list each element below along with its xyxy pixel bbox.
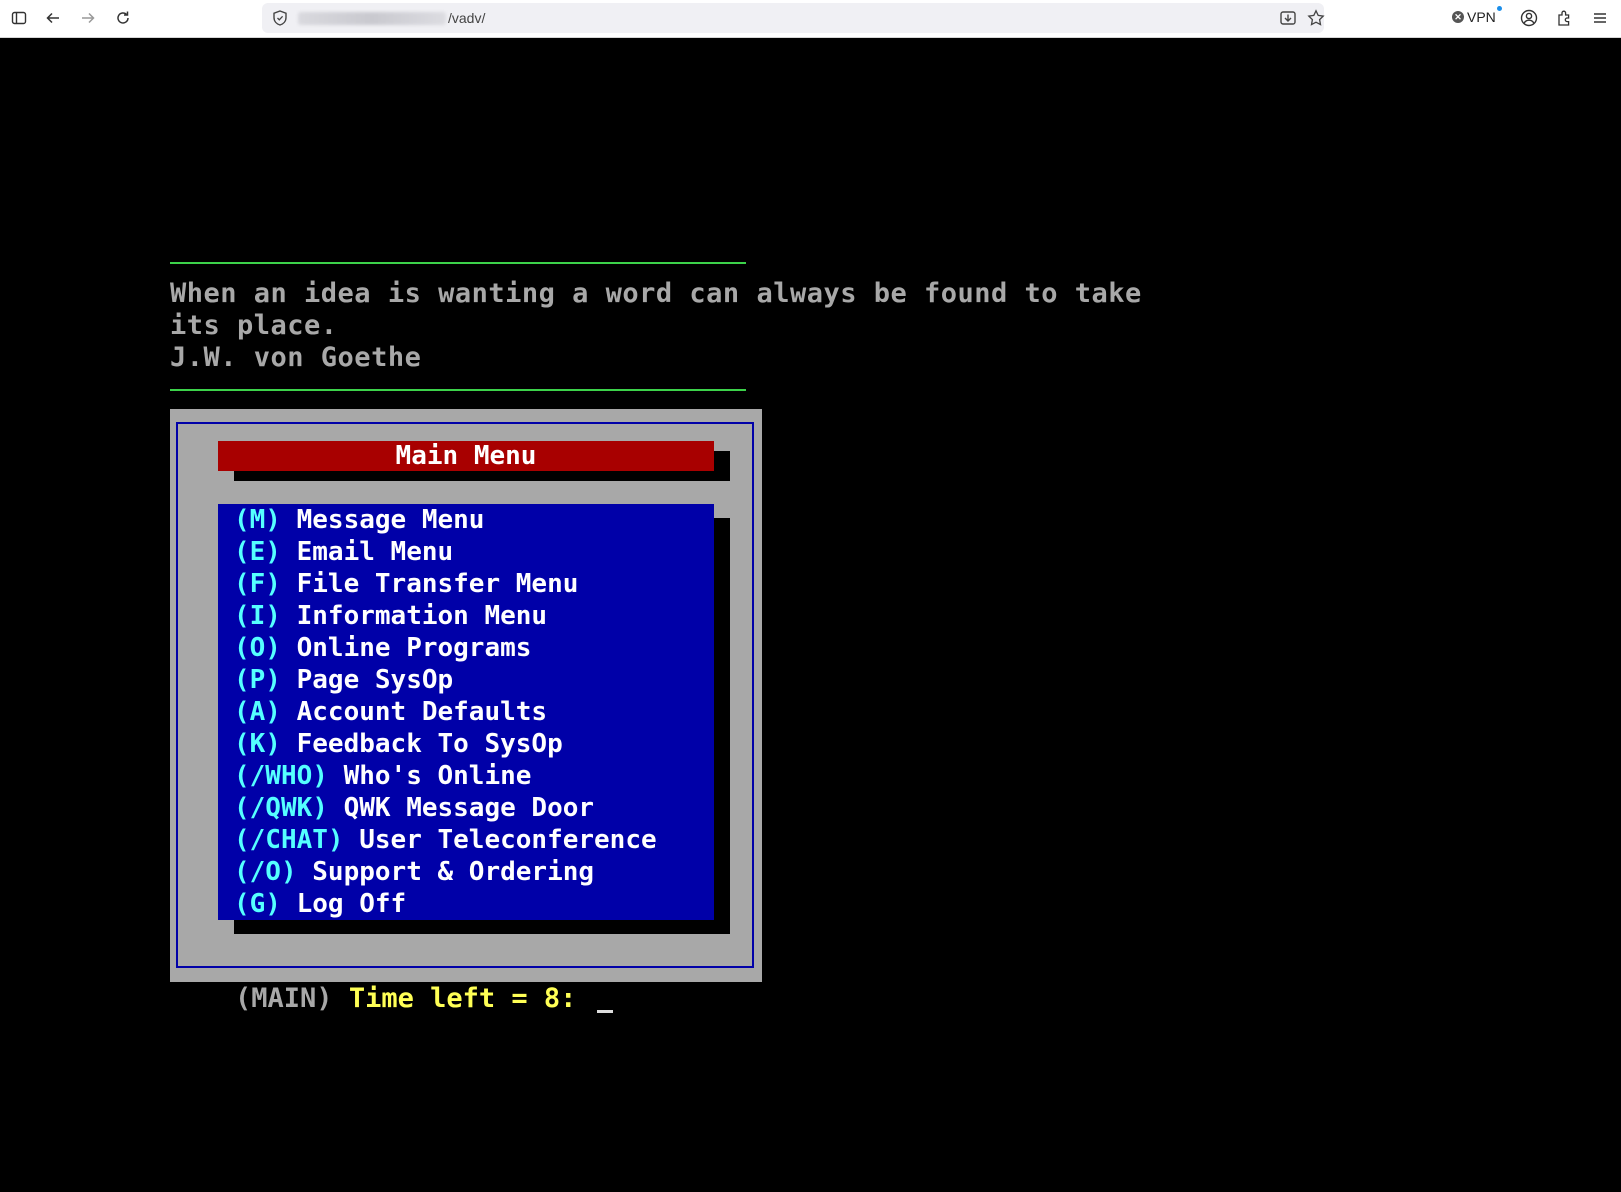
url-path: /vadv/	[448, 10, 486, 26]
main-menu-title: Main Menu	[218, 441, 714, 471]
quote-author: J.W. von Goethe	[170, 342, 422, 373]
menu-item-key: (E)	[234, 537, 281, 567]
menu-item[interactable]: (P) Page SysOp	[218, 664, 714, 696]
menu-item-key: (/QWK)	[234, 793, 328, 823]
menu-item-label: Page SysOp	[280, 665, 454, 695]
menu-item-label: Log Off	[280, 889, 407, 919]
menu-item-key: (/CHAT)	[234, 825, 344, 855]
menu-item-label: Information Menu	[280, 601, 548, 631]
menu-item-key: (O)	[234, 633, 281, 663]
quote-bottom-rule	[170, 389, 746, 391]
menu-item[interactable]: (M) Message Menu	[218, 504, 714, 536]
menu-item-key: (G)	[234, 889, 281, 919]
quote-line-1: When an idea is wanting a word can alway…	[170, 278, 1142, 309]
prompt-time-left: Time left = 8:	[332, 983, 593, 1014]
menu-item[interactable]: (K) Feedback To SysOp	[218, 728, 714, 760]
menu-item-key: (K)	[234, 729, 281, 759]
menu-item[interactable]: (/WHO) Who's Online	[218, 760, 714, 792]
menu-item-key: (A)	[234, 697, 281, 727]
menu-item-key: (/O)	[234, 857, 297, 887]
vpn-status-dot	[1496, 6, 1502, 11]
menu-item-key: (/WHO)	[234, 761, 328, 791]
quote-top-rule	[170, 262, 746, 264]
menu-item-label: File Transfer Menu	[280, 569, 579, 599]
menu-item[interactable]: (/QWK) QWK Message Door	[218, 792, 714, 824]
menu-item[interactable]: (A) Account Defaults	[218, 696, 714, 728]
bookmark-star-icon[interactable]	[1306, 8, 1326, 28]
back-arrow-icon[interactable]	[42, 7, 64, 29]
menu-item-label: QWK Message Door	[327, 793, 595, 823]
menu-item-label: Email Menu	[280, 537, 454, 567]
reload-icon[interactable]	[112, 7, 134, 29]
text-cursor	[596, 1010, 613, 1013]
menu-item[interactable]: (G) Log Off	[218, 888, 714, 920]
menu-item[interactable]: (/CHAT) User Teleconference	[218, 824, 714, 856]
menu-item[interactable]: (E) Email Menu	[218, 536, 714, 568]
main-menu-items: (M) Message Menu (E) Email Menu (F) File T…	[218, 504, 714, 920]
vpn-button[interactable]: ✕ VPN	[1452, 6, 1502, 25]
prompt-context: (MAIN)	[235, 983, 333, 1014]
download-page-icon[interactable]	[1278, 8, 1298, 28]
menu-item-label: Who's Online	[327, 761, 532, 791]
account-icon[interactable]	[1518, 7, 1540, 29]
menu-item-label: Account Defaults	[280, 697, 548, 727]
vpn-label: VPN	[1467, 9, 1496, 25]
blurred-host	[298, 12, 446, 25]
command-prompt[interactable]: (MAIN) Time left = 8:	[170, 951, 613, 1047]
bbs-terminal[interactable]: When an idea is wanting a word can alway…	[0, 38, 1621, 1192]
forward-arrow-icon[interactable]	[77, 7, 99, 29]
app-menu-icon[interactable]	[1589, 7, 1611, 29]
menu-item-label: Feedback To SysOp	[280, 729, 563, 759]
menu-item[interactable]: (O) Online Programs	[218, 632, 714, 664]
quote-line-2: its place.	[170, 310, 338, 341]
menu-item-key: (I)	[234, 601, 281, 631]
menu-item[interactable]: (F) File Transfer Menu	[218, 568, 714, 600]
browser-toolbar: /vadv/ ✕ VPN	[0, 0, 1621, 38]
menu-item-key: (F)	[234, 569, 281, 599]
menu-item-key: (M)	[234, 505, 281, 535]
menu-item[interactable]: (/O) Support & Ordering	[218, 856, 714, 888]
menu-item[interactable]: (I) Information Menu	[218, 600, 714, 632]
menu-item-key: (P)	[234, 665, 281, 695]
extensions-icon[interactable]	[1554, 7, 1576, 29]
menu-item-label: User Teleconference	[343, 825, 657, 855]
vpn-off-icon: ✕	[1452, 11, 1464, 23]
sidebar-toggle-icon[interactable]	[8, 7, 30, 29]
shield-icon[interactable]	[270, 8, 290, 28]
menu-item-label: Online Programs	[280, 633, 532, 663]
menu-item-label: Message Menu	[280, 505, 485, 535]
address-bar[interactable]: /vadv/	[262, 3, 1326, 33]
menu-item-label: Support & Ordering	[296, 857, 595, 887]
